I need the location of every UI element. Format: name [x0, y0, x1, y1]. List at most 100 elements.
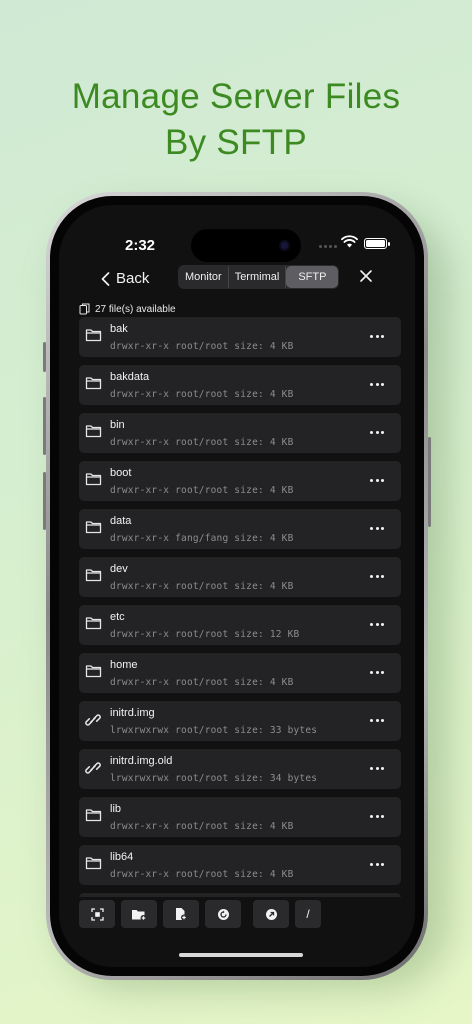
- folder-icon-wrap: [85, 616, 102, 635]
- more-options-icon[interactable]: [370, 815, 384, 818]
- folder-icon-wrap: [85, 664, 102, 683]
- back-label: Back: [116, 270, 150, 287]
- view-segmented-control: Monitor Termimal SFTP: [178, 265, 340, 289]
- bottom-toolbar: /: [79, 900, 401, 934]
- more-options-icon[interactable]: [370, 527, 384, 530]
- file-count-label: 27 file(s) available: [95, 303, 176, 315]
- folder-icon-wrap: [85, 376, 102, 395]
- file-row[interactable]: lib64 drwxr-xr-x root/root size: 4 KB: [79, 845, 401, 885]
- headline-line-1: Manage Server Files: [71, 77, 401, 116]
- folder-icon: [85, 425, 102, 438]
- file-meta: lrwxrwxrwx root/root size: 33 bytes: [110, 725, 318, 736]
- file-meta: drwxr-xr-x root/root size: 4 KB: [110, 869, 294, 880]
- file-list[interactable]: bak drwxr-xr-x root/root size: 4 KB bakdat…: [79, 317, 401, 897]
- close-icon[interactable]: [359, 269, 373, 283]
- file-name: lib: [110, 803, 122, 815]
- headline-line-2: By SFTP: [164, 123, 308, 162]
- folder-icon-wrap: [85, 808, 102, 827]
- file-row[interactable]: lib drwxr-xr-x root/root size: 4 KB: [79, 797, 401, 837]
- file-name: etc: [110, 611, 125, 623]
- more-options-icon[interactable]: [370, 767, 384, 770]
- folder-icon-wrap: [85, 424, 102, 443]
- more-options-icon[interactable]: [370, 671, 384, 674]
- file-meta: drwxr-xr-x root/root size: 4 KB: [110, 437, 294, 448]
- file-row[interactable]: home drwxr-xr-x root/root size: 4 KB: [79, 653, 401, 693]
- link-icon-wrap: [85, 760, 101, 781]
- file-name: boot: [110, 467, 132, 479]
- tab-monitor[interactable]: Monitor: [179, 266, 229, 288]
- file-row[interactable]: etc drwxr-xr-x root/root size: 12 KB: [79, 605, 401, 645]
- folder-icon-wrap: [85, 568, 102, 587]
- go-to-path-icon: [265, 908, 277, 920]
- file-meta: lrwxrwxrwx root/root size: 34 bytes: [110, 773, 318, 784]
- camera-icon: [279, 240, 290, 251]
- file-name: data: [110, 515, 132, 527]
- root-path-button[interactable]: /: [295, 900, 321, 928]
- more-options-icon[interactable]: [370, 479, 384, 482]
- tab-sftp[interactable]: SFTP: [286, 266, 339, 288]
- folder-icon: [85, 473, 102, 486]
- volume-up-button: [43, 397, 46, 455]
- home-indicator: [179, 953, 303, 957]
- file-name: bak: [110, 323, 128, 335]
- tab-terminal[interactable]: Termimal: [229, 266, 287, 288]
- mute-switch: [43, 342, 46, 372]
- folder-icon: [85, 521, 102, 534]
- file-row[interactable]: boot drwxr-xr-x root/root size: 4 KB: [79, 461, 401, 501]
- file-row[interactable]: bin drwxr-xr-x root/root size: 4 KB: [79, 413, 401, 453]
- folder-icon-wrap: [85, 856, 102, 875]
- files-icon: [79, 303, 90, 315]
- wifi-icon: [341, 235, 358, 248]
- new-file-button[interactable]: [163, 900, 199, 928]
- folder-icon-wrap: [85, 520, 102, 539]
- file-meta: drwxr-xr-x root/root size: 4 KB: [110, 485, 294, 496]
- folder-icon: [85, 857, 102, 870]
- scan-icon: [90, 907, 104, 921]
- file-row[interactable]: initrd.img.old lrwxrwxrwx root/root size:…: [79, 749, 401, 789]
- new-folder-button[interactable]: [121, 900, 157, 928]
- file-name: initrd.img.old: [110, 755, 173, 767]
- more-options-icon[interactable]: [370, 431, 384, 434]
- link-icon: [85, 714, 101, 726]
- folder-icon: [85, 377, 102, 390]
- folder-icon: [85, 617, 102, 630]
- file-row[interactable]: lost+founddrwx------ root/root size: 16 …: [79, 893, 401, 897]
- refresh-button[interactable]: [205, 900, 241, 928]
- file-row[interactable]: data drwxr-xr-x fang/fang size: 4 KB: [79, 509, 401, 549]
- file-name: dev: [110, 563, 128, 575]
- battery-icon: [364, 238, 390, 249]
- more-options-icon[interactable]: [370, 623, 384, 626]
- new-folder-icon: [132, 909, 147, 921]
- file-row[interactable]: bakdata drwxr-xr-x root/root size: 4 KB: [79, 365, 401, 405]
- file-row[interactable]: bak drwxr-xr-x root/root size: 4 KB: [79, 317, 401, 357]
- more-options-icon[interactable]: [370, 383, 384, 386]
- signal-icon: [319, 245, 337, 248]
- more-options-icon[interactable]: [370, 863, 384, 866]
- new-file-icon: [176, 908, 187, 921]
- link-icon: [85, 762, 101, 774]
- phone-bezel: 2:32 Back Monitor Termimal SFTP 27 file(…: [50, 196, 424, 976]
- volume-down-button: [43, 472, 46, 530]
- more-options-icon[interactable]: [370, 575, 384, 578]
- status-time: 2:32: [125, 237, 156, 254]
- file-row[interactable]: initrd.img lrwxrwxrwx root/root size: 33 …: [79, 701, 401, 741]
- folder-icon: [85, 809, 102, 822]
- folder-icon: [85, 665, 102, 678]
- more-options-icon[interactable]: [370, 719, 384, 722]
- headline: Manage Server Files By SFTP: [0, 74, 472, 166]
- more-options-icon[interactable]: [370, 335, 384, 338]
- go-to-path-button[interactable]: [253, 900, 289, 928]
- file-meta: drwxr-xr-x root/root size: 4 KB: [110, 677, 294, 688]
- file-meta: drwxr-xr-x root/root size: 4 KB: [110, 581, 294, 592]
- file-name: lib64: [110, 851, 134, 863]
- file-name: bin: [110, 419, 125, 431]
- back-button[interactable]: Back: [101, 270, 149, 287]
- scan-button[interactable]: [79, 900, 115, 928]
- file-meta: drwxr-xr-x root/root size: 4 KB: [110, 389, 294, 400]
- file-row[interactable]: dev drwxr-xr-x root/root size: 4 KB: [79, 557, 401, 597]
- folder-icon-wrap: [85, 328, 102, 347]
- folder-icon-wrap: [85, 472, 102, 491]
- phone-screen: 2:32 Back Monitor Termimal SFTP 27 file(…: [59, 205, 415, 967]
- dynamic-island: [191, 229, 301, 262]
- chevron-left-icon: [101, 271, 110, 286]
